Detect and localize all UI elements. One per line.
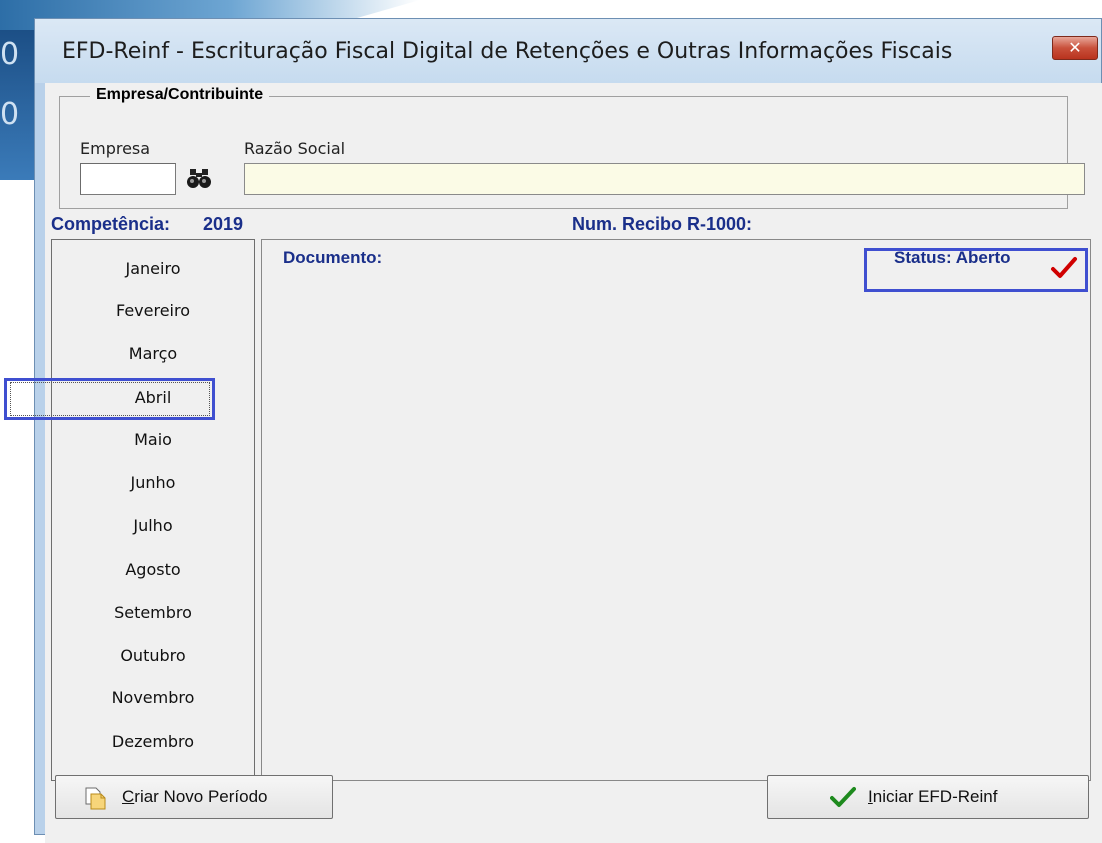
month-item-julho[interactable]: Julho	[52, 509, 254, 543]
iniciar-label-rest: niciar EFD-Reinf	[872, 787, 998, 806]
empresa-input[interactable]	[80, 163, 176, 195]
selected-month-focus	[10, 382, 210, 416]
status-checkmark-icon	[1050, 256, 1078, 280]
empresa-groupbox: Empresa/Contribuinte Empresa Razão Socia…	[59, 86, 1085, 209]
criar-label-rest: riar Novo Período	[134, 787, 268, 806]
month-item-setembro[interactable]: Setembro	[52, 596, 254, 630]
criar-novo-periodo-button[interactable]: Criar Novo Período	[55, 775, 333, 819]
groupbox-title: Empresa/Contribuinte	[90, 86, 270, 104]
criar-mnemonic: C	[122, 787, 135, 806]
month-item-junho[interactable]: Junho	[52, 466, 254, 500]
efd-reinf-window: EFD-Reinf - Escrituração Fiscal Digital …	[34, 18, 1102, 843]
month-item-maio[interactable]: Maio	[52, 423, 254, 457]
month-item-agosto[interactable]: Agosto	[52, 553, 254, 587]
checkmark-icon	[830, 786, 856, 813]
competencia-year: 2019	[203, 214, 244, 234]
empresa-label: Empresa	[80, 139, 151, 158]
month-item-janeiro[interactable]: Janeiro	[52, 252, 254, 286]
month-item-marco[interactable]: Março	[52, 337, 254, 371]
month-item-outubro[interactable]: Outubro	[52, 639, 254, 673]
competencia-label: Competência:	[51, 214, 171, 234]
month-list: Janeiro Fevereiro Março Abril Maio Junho…	[51, 239, 255, 781]
new-document-icon	[84, 786, 106, 815]
documento-label: Documento:	[283, 248, 383, 267]
month-item-dezembro[interactable]: Dezembro	[52, 725, 254, 759]
iniciar-efd-reinf-button[interactable]: Iniciar EFD-Reinf	[767, 775, 1089, 819]
razao-social-input[interactable]	[244, 163, 1085, 195]
criar-button-label: Criar Novo Período	[122, 787, 268, 807]
recibo-label: Num. Recibo R-1000:	[572, 214, 753, 234]
period-detail-panel: Documento: Status: Aberto	[261, 239, 1091, 781]
close-button[interactable]: ✕	[1052, 36, 1098, 60]
razao-social-label: Razão Social	[244, 139, 346, 158]
window-title: EFD-Reinf - Escrituração Fiscal Digital …	[62, 39, 953, 64]
window-client-area: Empresa/Contribuinte Empresa Razão Socia…	[45, 83, 1102, 843]
close-icon: ✕	[1068, 38, 1082, 57]
binoculars-icon[interactable]	[186, 167, 214, 191]
iniciar-button-label: Iniciar EFD-Reinf	[868, 787, 997, 807]
month-item-fevereiro[interactable]: Fevereiro	[52, 294, 254, 328]
desktop-glyph: 0	[0, 37, 20, 72]
title-bar[interactable]: EFD-Reinf - Escrituração Fiscal Digital …	[35, 19, 1101, 83]
desktop-glyph: 0	[0, 97, 20, 132]
month-item-novembro[interactable]: Novembro	[52, 681, 254, 715]
